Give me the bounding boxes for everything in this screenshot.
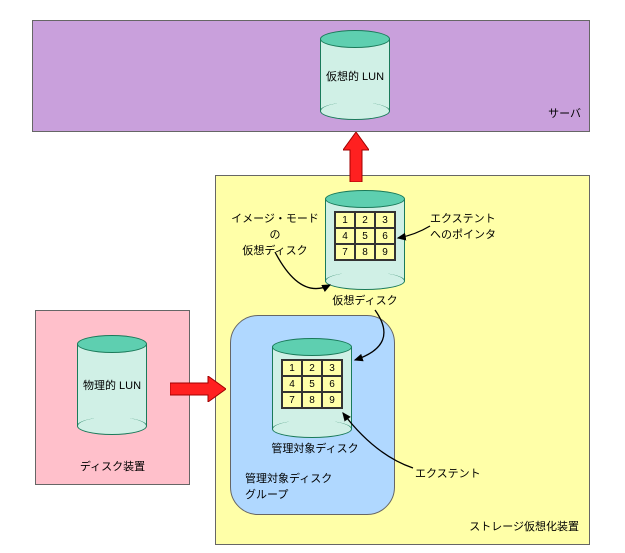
vd-cell-4: 4	[335, 228, 355, 244]
md-cell-6: 6	[322, 376, 342, 392]
managed-disk-grid: 1 2 3 4 5 6 7 8 9	[281, 359, 343, 409]
image-mode-annotation: イメージ・モード の 仮想ディスク	[225, 210, 325, 258]
vd-cell-6: 6	[375, 228, 395, 244]
vd-cell-1: 1	[335, 212, 355, 228]
md-cell-7: 7	[282, 392, 302, 408]
virtual-disk-grid: 1 2 3 4 5 6 7 8 9	[334, 211, 396, 261]
vd-cell-9: 9	[375, 244, 395, 260]
md-cell-8: 8	[302, 392, 322, 408]
md-cell-1: 1	[282, 360, 302, 376]
md-cell-3: 3	[322, 360, 342, 376]
diagram-canvas: サーバ 仮想的 LUN ストレージ仮想化装置 管理対象ディスク グループ 1 2…	[0, 0, 625, 553]
vd-cell-2: 2	[355, 212, 375, 228]
extent-annotation: エクステント	[415, 465, 495, 481]
arrow-right-icon	[170, 376, 226, 402]
extent-pointer-annotation: エクステント へのポインタ	[430, 210, 520, 242]
server-box: サーバ	[32, 20, 590, 132]
storage-vbox-label: ストレージ仮想化装置	[469, 518, 579, 534]
server-label: サーバ	[548, 105, 581, 121]
vd-cell-5: 5	[355, 228, 375, 244]
md-cell-9: 9	[322, 392, 342, 408]
virtual-disk-below-label: 仮想ディスク	[325, 292, 405, 308]
managed-disk-group-label: 管理対象ディスク グループ	[245, 470, 332, 502]
md-cell-2: 2	[302, 360, 322, 376]
physical-lun-cylinder: 物理的 LUN	[77, 335, 147, 435]
vd-cell-7: 7	[335, 244, 355, 260]
md-cell-5: 5	[302, 376, 322, 392]
md-cell-4: 4	[282, 376, 302, 392]
arrow-up-icon	[343, 132, 369, 182]
vd-cell-8: 8	[355, 244, 375, 260]
virtual-lun-cylinder: 仮想的 LUN	[320, 30, 390, 120]
managed-disk-below-label: 管理対象ディスク	[265, 440, 365, 456]
disk-device-label: ディスク装置	[36, 458, 189, 474]
physical-lun-label: 物理的 LUN	[77, 377, 147, 393]
virtual-lun-label: 仮想的 LUN	[320, 68, 390, 84]
vd-cell-3: 3	[375, 212, 395, 228]
